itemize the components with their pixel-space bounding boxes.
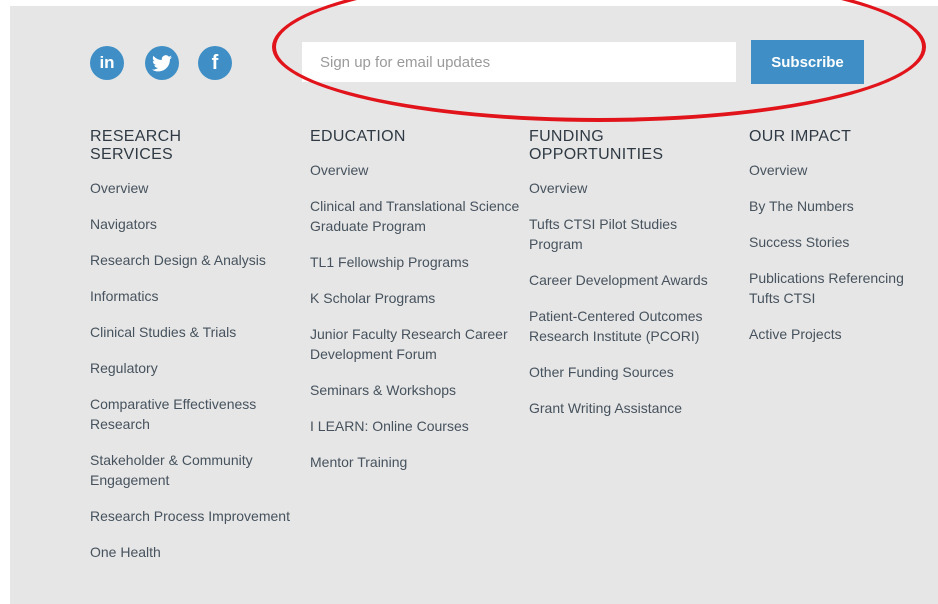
footer-link[interactable]: Stakeholder & Community Engagement [90,450,290,490]
footer-link[interactable]: By The Numbers [749,196,934,216]
footer-link[interactable]: Regulatory [90,358,290,378]
footer-link[interactable]: Overview [90,178,290,198]
link-list: Overview Navigators Research Design & An… [90,178,290,562]
footer-link[interactable]: TL1 Fellowship Programs [310,252,520,272]
facebook-icon[interactable]: f [198,46,232,80]
footer-link[interactable]: I LEARN: Online Courses [310,416,520,436]
twitter-icon[interactable] [145,46,179,80]
footer-link[interactable]: Research Process Improvement [90,506,290,526]
footer-link[interactable]: Publications Referencing Tufts CTSI [749,268,934,308]
facebook-label: f [211,51,219,74]
twitter-bird-glyph [152,54,172,71]
column-heading: FUNDING OPPORTUNITIES [529,128,664,163]
column-heading: OUR IMPACT [749,128,852,145]
column-funding-opportunities: FUNDING OPPORTUNITIES Overview Tufts CTS… [529,128,719,434]
link-list: Overview Clinical and Translational Scie… [310,160,520,472]
footer-link[interactable]: Research Design & Analysis [90,250,290,270]
email-signup-input[interactable] [302,42,736,82]
linkedin-label: in [99,53,115,72]
footer-link[interactable]: Success Stories [749,232,934,252]
column-heading: EDUCATION [310,128,406,145]
footer-link[interactable]: Overview [749,160,934,180]
footer-link[interactable]: Comparative Effectiveness Research [90,394,290,434]
footer-link[interactable]: Other Funding Sources [529,362,719,382]
footer-link[interactable]: Overview [529,178,719,198]
footer-link[interactable]: Grant Writing Assistance [529,398,719,418]
footer-link[interactable]: One Health [90,542,290,562]
footer-link[interactable]: Informatics [90,286,290,306]
footer-link[interactable]: Seminars & Workshops [310,380,520,400]
footer-link[interactable]: K Scholar Programs [310,288,520,308]
footer-link[interactable]: Tufts CTSI Pilot Studies Program [529,214,719,254]
footer-link[interactable]: Junior Faculty Research Career Developme… [310,324,520,364]
column-education: EDUCATION Overview Clinical and Translat… [310,128,520,488]
link-list: Overview Tufts CTSI Pilot Studies Progra… [529,178,719,418]
linkedin-icon[interactable]: in [90,46,124,80]
subscribe-button[interactable]: Subscribe [751,40,864,84]
footer-link[interactable]: Overview [310,160,520,180]
column-research-services: RESEARCH SERVICES Overview Navigators Re… [90,128,290,578]
footer-link[interactable]: Patient-Centered Outcomes Research Insti… [529,306,719,346]
footer-link[interactable]: Clinical Studies & Trials [90,322,290,342]
footer-link[interactable]: Navigators [90,214,290,234]
footer-link[interactable]: Active Projects [749,324,934,344]
footer-link[interactable]: Mentor Training [310,452,520,472]
column-our-impact: OUR IMPACT Overview By The Numbers Succe… [749,128,934,360]
column-heading: RESEARCH SERVICES [90,128,182,163]
link-list: Overview By The Numbers Success Stories … [749,160,934,344]
footer-link[interactable]: Career Development Awards [529,270,719,290]
footer-link[interactable]: Clinical and Translational Science Gradu… [310,196,520,236]
